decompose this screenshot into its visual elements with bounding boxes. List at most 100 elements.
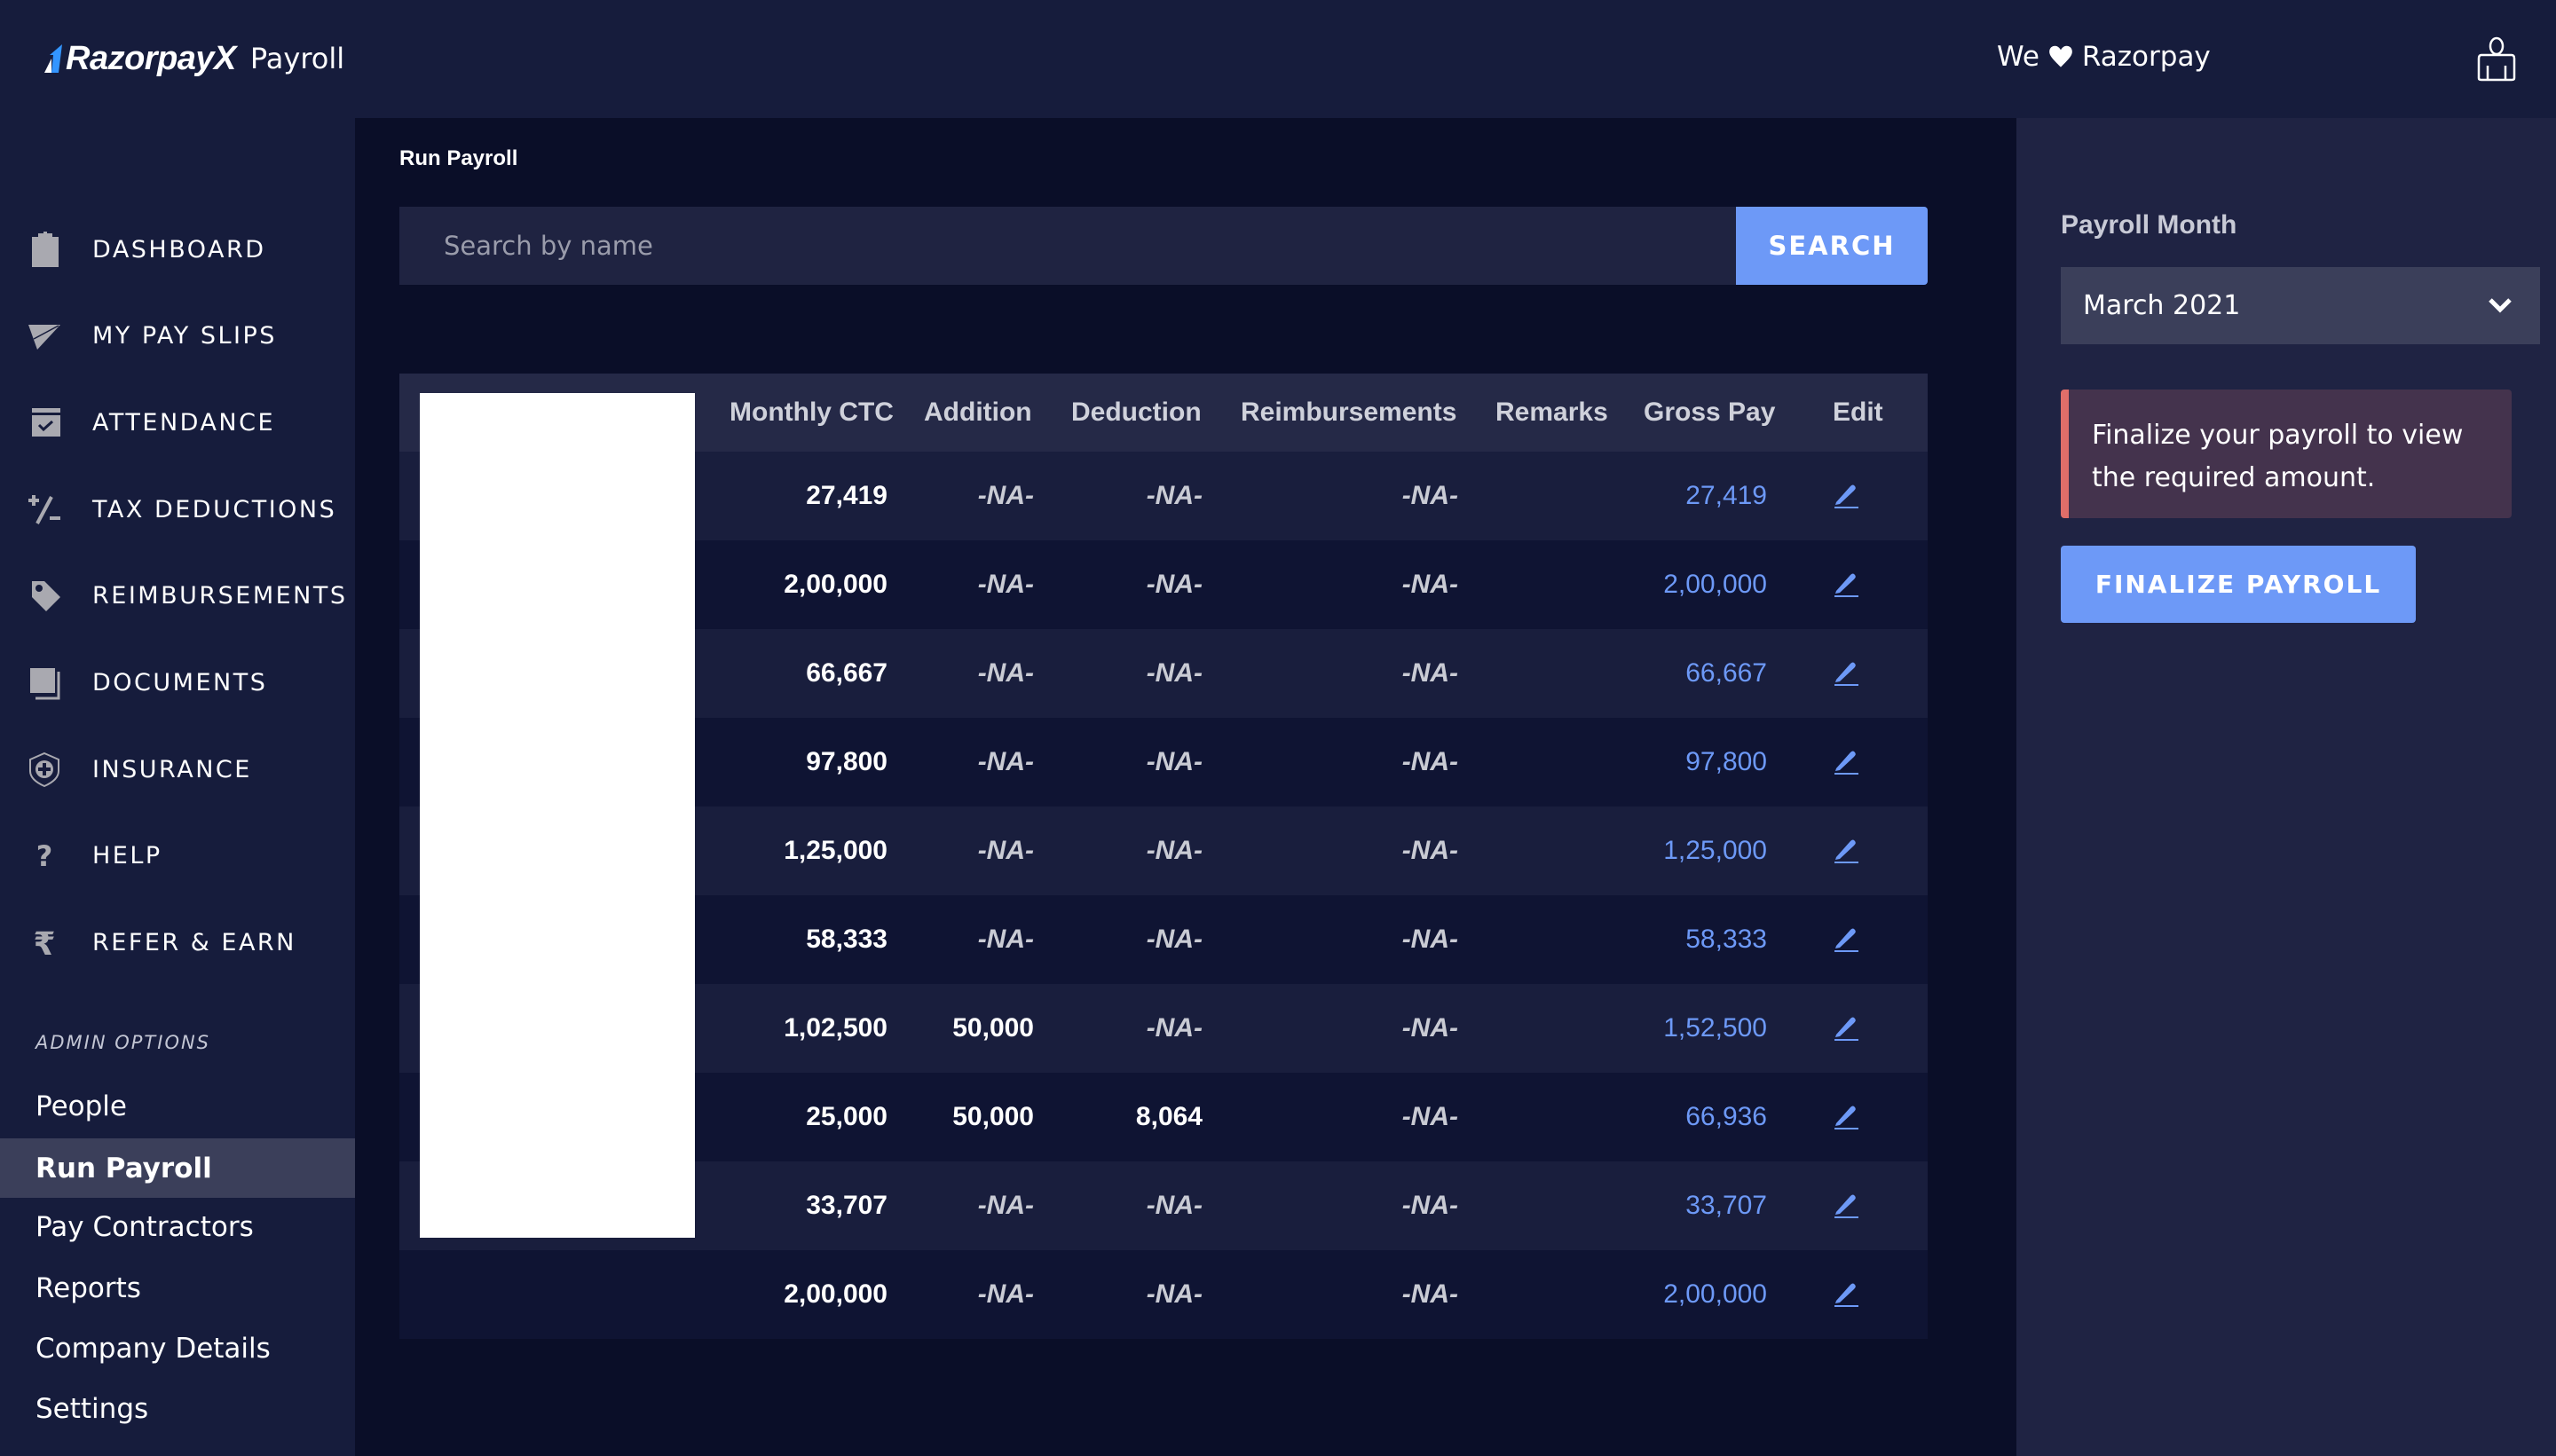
cell-addition: -NA- [977, 481, 1034, 510]
sidebar-item-reimbursements[interactable]: REIMBURSEMENTS [0, 569, 355, 622]
payroll-month-select[interactable]: March 2021 [2061, 267, 2540, 344]
rupee-icon: ₹ [33, 926, 55, 960]
cell-gross-pay: 66,667 [1685, 658, 1767, 688]
cell-deduction: -NA- [1146, 1279, 1203, 1309]
clipboard-icon [32, 232, 59, 267]
cell-deduction: -NA- [1146, 658, 1203, 688]
sidebar-item-refer-earn[interactable]: ₹ REFER & EARN [0, 916, 355, 969]
column-header-remarks: Remarks [1495, 397, 1608, 427]
sidebar-item-label: HELP [92, 841, 162, 870]
cell-monthly-ctc: 1,02,500 [784, 1013, 888, 1043]
edit-icon[interactable] [1833, 1279, 1859, 1308]
sidebar-item-documents[interactable]: DOCUMENTS [0, 656, 355, 709]
cell-monthly-ctc: 1,25,000 [784, 836, 888, 865]
edit-icon[interactable] [1833, 658, 1859, 687]
cell-addition: 50,000 [952, 1013, 1034, 1043]
cell-monthly-ctc: 33,707 [806, 1191, 888, 1220]
column-header-reimbursements: Reimbursements [1241, 397, 1457, 427]
sidebar-item-insurance[interactable]: INSURANCE [0, 743, 355, 796]
column-header-gross-pay: Gross Pay [1644, 397, 1776, 427]
cell-addition: -NA- [977, 747, 1034, 776]
sidebar-item-company-details[interactable]: Company Details [0, 1318, 355, 1378]
cell-gross-pay: 66,936 [1685, 1102, 1767, 1131]
payroll-month-value: March 2021 [2083, 290, 2241, 321]
cell-gross-pay: 33,707 [1685, 1191, 1767, 1220]
sidebar-item-label: REFER & EARN [92, 928, 296, 956]
user-account-icon[interactable] [2474, 35, 2519, 82]
finalize-payroll-button[interactable]: FINALIZE PAYROLL [2061, 546, 2416, 623]
cell-addition: -NA- [977, 836, 1034, 865]
main-content: Run Payroll SEARCH Name Monthly CTC Addi… [355, 118, 2016, 1456]
table-row: 2,00,000 -NA- -NA- -NA- 2,00,000 [399, 1250, 1928, 1339]
product-name: Payroll [249, 42, 345, 75]
sidebar-item-settings[interactable]: Settings [0, 1379, 355, 1438]
edit-icon[interactable] [1833, 481, 1859, 509]
cell-deduction: -NA- [1146, 747, 1203, 776]
cell-reimbursements: -NA- [1401, 747, 1458, 776]
column-header-addition: Addition [924, 397, 1032, 427]
paper-plane-icon [28, 325, 60, 350]
cell-monthly-ctc: 58,333 [806, 925, 888, 954]
cell-monthly-ctc: 97,800 [806, 747, 888, 776]
cell-addition: -NA- [977, 1191, 1034, 1220]
column-header-deduction: Deduction [1071, 397, 1202, 427]
edit-icon[interactable] [1833, 1191, 1859, 1219]
redacted-names-block [420, 393, 695, 1238]
payroll-month-label: Payroll Month [2061, 210, 2237, 240]
cell-addition: -NA- [977, 658, 1034, 688]
sidebar-item-help[interactable]: ? HELP [0, 829, 355, 882]
cell-monthly-ctc: 2,00,000 [784, 570, 888, 599]
edit-icon[interactable] [1833, 570, 1859, 598]
cell-gross-pay: 1,52,500 [1663, 1013, 1767, 1043]
sidebar-item-label: DASHBOARD [92, 235, 266, 264]
sidebar-item-my-pay-slips[interactable]: MY PAY SLIPS [0, 309, 355, 362]
edit-icon[interactable] [1833, 747, 1859, 775]
chevron-down-icon [2489, 298, 2512, 313]
cell-deduction: -NA- [1146, 570, 1203, 599]
edit-icon[interactable] [1833, 1013, 1859, 1042]
cell-gross-pay: 97,800 [1685, 747, 1767, 776]
tagline-prefix: We [1997, 41, 2039, 73]
sidebar-item-people[interactable]: People [0, 1076, 355, 1136]
question-icon: ? [36, 839, 53, 873]
top-header: RazorpayX Payroll We Razorpay [0, 0, 2556, 118]
edit-icon[interactable] [1833, 836, 1859, 864]
cell-reimbursements: -NA- [1401, 1279, 1458, 1309]
column-header-edit: Edit [1833, 397, 1883, 427]
plus-minus-icon [28, 495, 60, 524]
cell-gross-pay: 58,333 [1685, 925, 1767, 954]
sidebar-item-attendance[interactable]: ATTENDANCE [0, 396, 355, 449]
cell-addition: -NA- [977, 570, 1034, 599]
cell-deduction: -NA- [1146, 1013, 1203, 1043]
page-title: Run Payroll [399, 146, 518, 170]
payroll-table: Name Monthly CTC Addition Deduction Reim… [399, 374, 1928, 1339]
sidebar-item-label: TAX DEDUCTIONS [92, 495, 337, 523]
cell-deduction: -NA- [1146, 925, 1203, 954]
edit-icon[interactable] [1833, 1102, 1859, 1130]
cell-addition: -NA- [977, 925, 1034, 954]
sidebar-item-run-payroll[interactable]: Run Payroll [0, 1138, 355, 1198]
edit-icon[interactable] [1833, 925, 1859, 953]
sidebar-item-pay-contractors[interactable]: Pay Contractors [0, 1197, 355, 1256]
documents-icon [30, 668, 60, 700]
cell-deduction: -NA- [1146, 481, 1203, 510]
brand-logo[interactable]: RazorpayX Payroll [43, 35, 344, 82]
sidebar-item-dashboard[interactable]: DASHBOARD [0, 223, 355, 276]
cell-gross-pay: 27,419 [1685, 481, 1767, 510]
shield-plus-icon [29, 752, 59, 787]
sidebar: DASHBOARD MY PAY SLIPS ATTENDANCE TAX DE… [0, 118, 355, 1456]
cell-deduction: -NA- [1146, 1191, 1203, 1220]
sidebar-item-tax-deductions[interactable]: TAX DEDUCTIONS [0, 483, 355, 536]
razorpay-logo-mark-icon [44, 44, 62, 73]
tagline-suffix: Razorpay [2081, 41, 2211, 73]
svg-text:?: ? [36, 839, 53, 873]
cell-gross-pay: 2,00,000 [1663, 1279, 1767, 1309]
cell-reimbursements: -NA- [1401, 836, 1458, 865]
search-input[interactable] [399, 207, 1736, 285]
search-button[interactable]: SEARCH [1736, 207, 1928, 285]
sidebar-item-label: MY PAY SLIPS [92, 321, 277, 350]
cell-gross-pay: 1,25,000 [1663, 836, 1767, 865]
cell-reimbursements: -NA- [1401, 570, 1458, 599]
sidebar-item-reports[interactable]: Reports [0, 1258, 355, 1318]
cell-deduction: -NA- [1146, 836, 1203, 865]
